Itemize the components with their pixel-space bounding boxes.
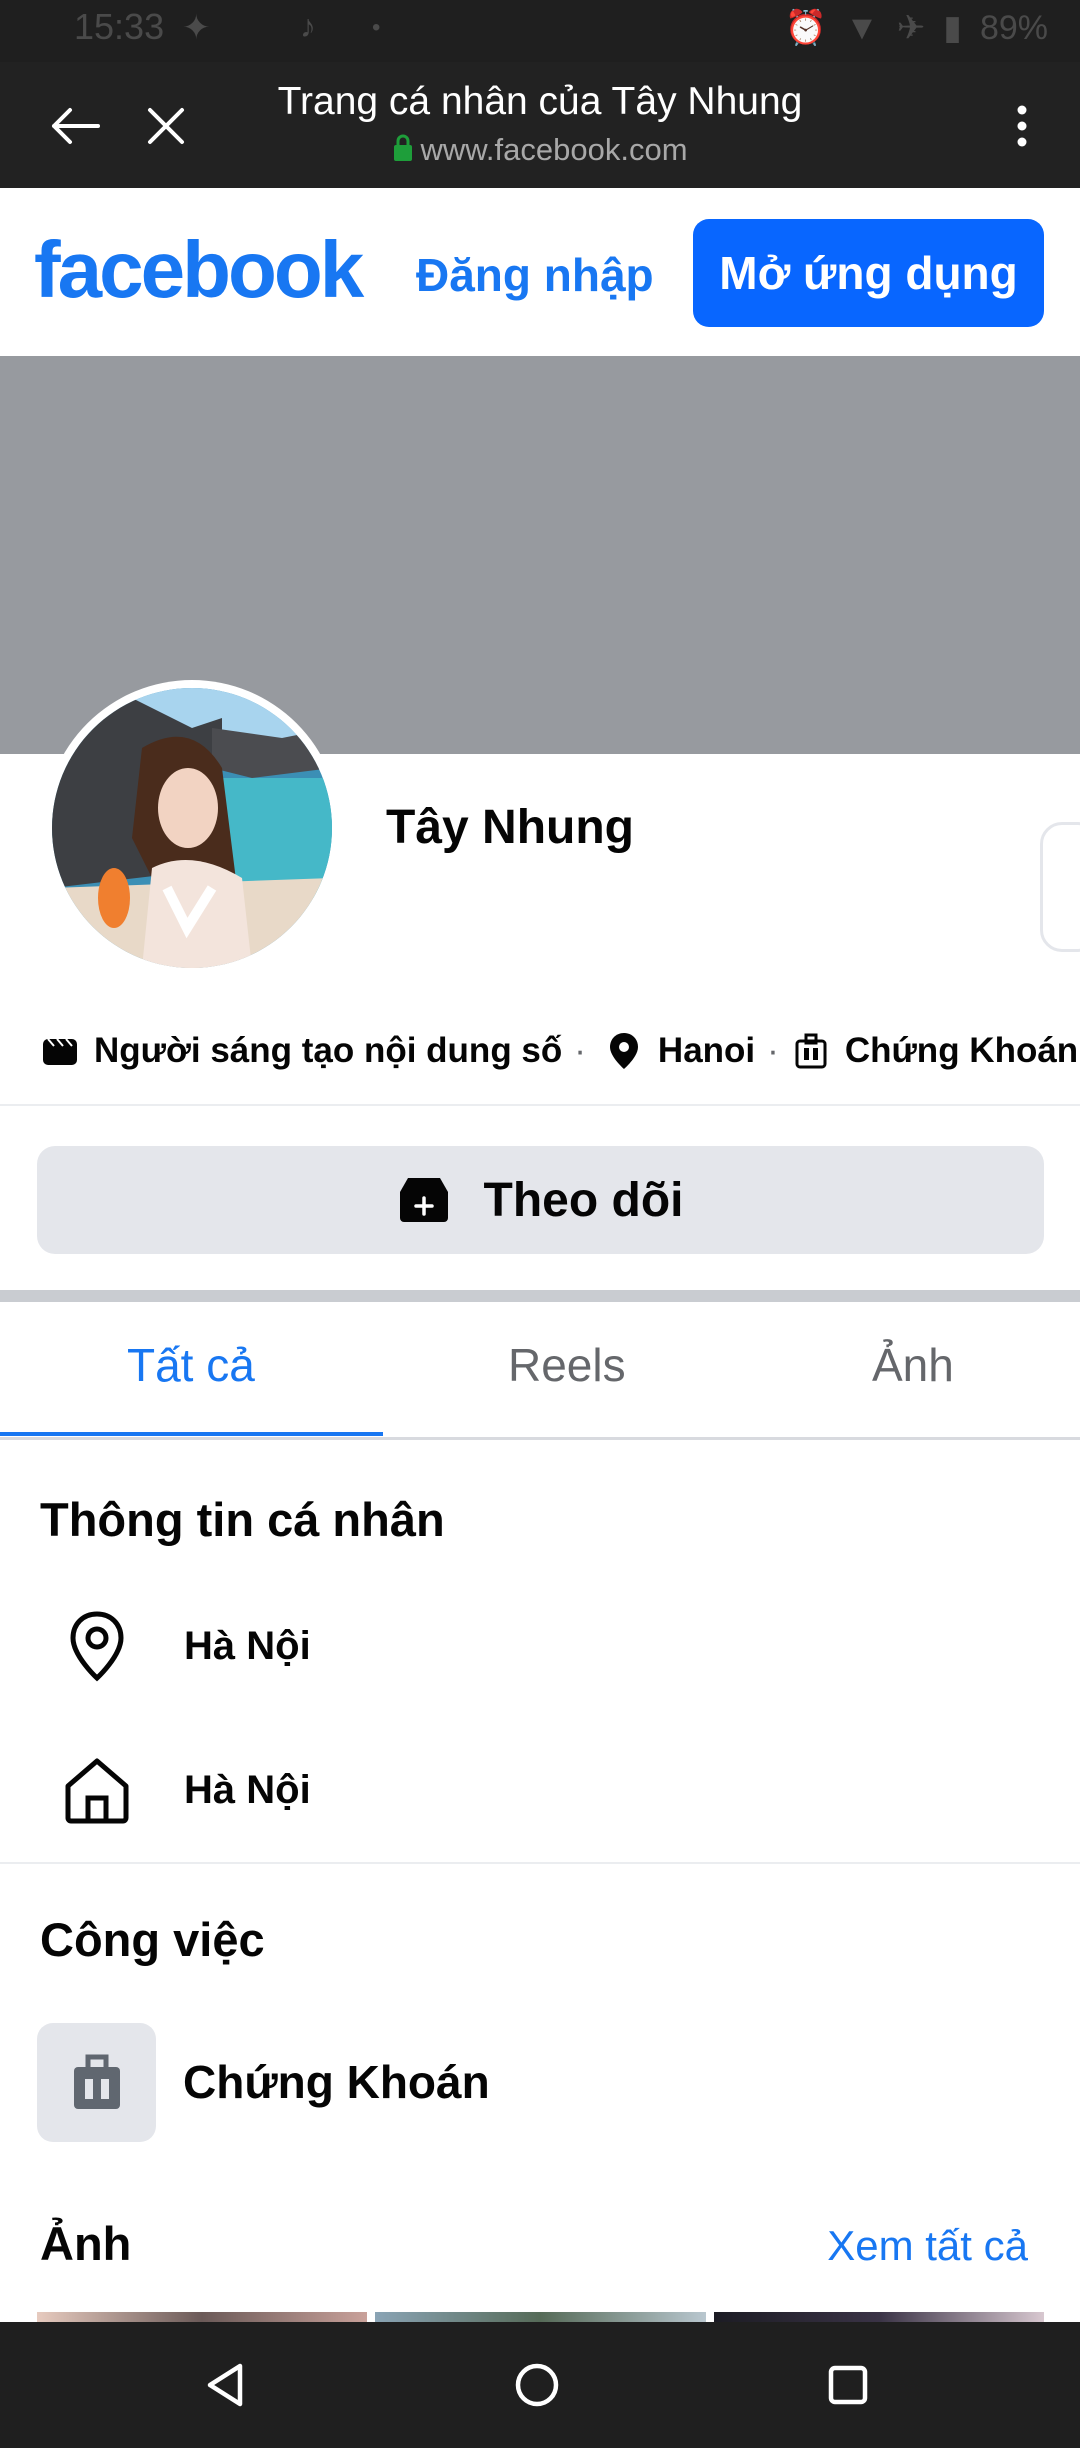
system-nav-bar	[0, 2322, 1080, 2448]
battery-level: 89%	[979, 8, 1048, 47]
more-menu-button[interactable]	[986, 90, 1058, 162]
alarm-icon: ⏰	[784, 9, 828, 47]
avatar-image	[52, 688, 332, 968]
location-pin-icon	[60, 1606, 134, 1686]
briefcase-icon	[73, 2054, 120, 2109]
work-icon-box	[37, 2023, 156, 2142]
lock-icon	[394, 134, 413, 161]
facebook-logo[interactable]: facebook	[34, 230, 364, 310]
photo-thumb[interactable]	[37, 2312, 368, 2322]
photo-thumb[interactable]	[375, 2312, 706, 2322]
profile-tabs: Tất cả Reels Ảnh	[0, 1302, 1080, 1440]
status-time: 15:33	[74, 6, 165, 47]
follow-label: Theo dõi	[483, 1173, 684, 1227]
airplane-icon: ✈	[896, 9, 926, 47]
home-icon	[60, 1750, 134, 1830]
info-location-text: Hà Nội	[184, 1623, 311, 1668]
battery-icon: ▮	[943, 9, 962, 47]
location-pin-icon	[604, 1031, 644, 1071]
intro-city: Hanoi	[657, 1031, 756, 1070]
intro-work: Chứng Khoán	[844, 1031, 1079, 1070]
sparkle-icon: ✦	[182, 9, 211, 47]
personal-info-title: Thông tin cá nhân	[40, 1493, 445, 1546]
wifi-icon: ▼	[845, 8, 879, 47]
login-link[interactable]: Đăng nhập	[416, 248, 654, 302]
status-bar: 15:33 ✦ ♪ • ⏰ ▼ ✈ ▮ 89%	[0, 0, 1080, 62]
intro-summary: Người sáng tạo nội dung số · Hanoi · Chứ…	[40, 1028, 1078, 1074]
url-value: www.facebook.com	[420, 132, 688, 167]
section-divider	[0, 1290, 1080, 1302]
browser-toolbar: Trang cá nhân của Tây Nhung www.facebook…	[0, 62, 1080, 188]
photo-strip	[37, 2312, 1044, 2322]
nav-back-button[interactable]	[192, 2352, 258, 2418]
divider	[0, 1104, 1080, 1106]
tiktok-icon: ♪	[300, 8, 316, 44]
follow-button[interactable]: Theo dõi	[37, 1146, 1044, 1254]
open-app-button[interactable]: Mở ứng dụng	[693, 219, 1044, 327]
action-card-edge[interactable]	[1040, 822, 1080, 952]
info-hometown-text: Hà Nội	[184, 1767, 311, 1812]
profile-avatar[interactable]	[44, 680, 340, 976]
intro-separator: ·	[767, 1031, 779, 1070]
work-title: Công việc	[40, 1913, 265, 1966]
creator-icon	[40, 1031, 80, 1071]
url-text: www.facebook.com	[0, 132, 1080, 168]
dot-icon: •	[372, 14, 381, 41]
info-row-hometown: Hà Nội	[60, 1750, 311, 1830]
tab-all[interactable]: Tất cả	[127, 1338, 255, 1392]
active-tab-indicator	[0, 1432, 383, 1436]
tab-photos[interactable]: Ảnh	[872, 1338, 954, 1392]
photos-title: Ảnh	[40, 2217, 132, 2270]
square-recents-icon	[828, 2365, 868, 2405]
nav-home-button[interactable]	[504, 2352, 570, 2418]
briefcase-icon	[791, 1031, 831, 1071]
info-row-location: Hà Nội	[60, 1606, 311, 1686]
profile-name: Tây Nhung	[386, 801, 634, 854]
circle-home-icon	[515, 2363, 559, 2407]
follow-icon	[398, 1176, 450, 1224]
page-title: Trang cá nhân của Tây Nhung	[277, 80, 803, 123]
tab-reels[interactable]: Reels	[508, 1338, 626, 1392]
photo-thumb[interactable]	[713, 2312, 1044, 2322]
see-all-photos-link[interactable]: Xem tất cả	[827, 2222, 1028, 2270]
nav-recents-button[interactable]	[815, 2352, 881, 2418]
triangle-back-icon	[207, 2363, 243, 2407]
kebab-menu-icon	[1017, 105, 1027, 147]
intro-separator: ·	[574, 1031, 586, 1070]
divider	[0, 1862, 1080, 1864]
intro-creator: Người sáng tạo nội dung số	[94, 1031, 563, 1070]
status-icons: ⏰ ▼ ✈ ▮ 89%	[785, 8, 1048, 48]
work-item-text[interactable]: Chứng Khoán	[183, 2055, 490, 2109]
facebook-header: facebook Đăng nhập Mở ứng dụng	[0, 188, 1080, 356]
